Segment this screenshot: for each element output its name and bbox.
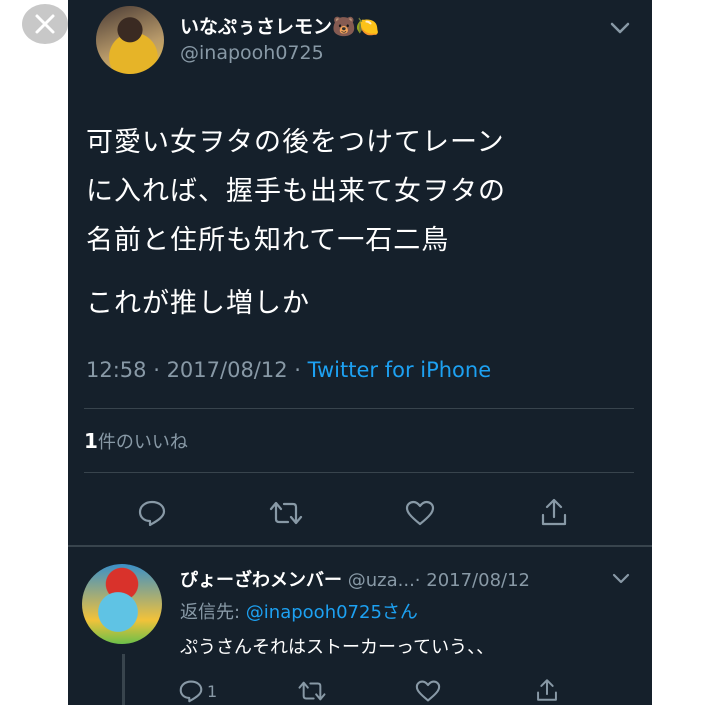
author-name[interactable]: いなぷぅさレモン🐻🍋 [180,12,379,39]
meta-separator: · [146,358,167,382]
tweet-text: 可愛い女ヲタの後をつけてレーン に入れば、握手も出来て女ヲタの 名前と住所も知れ… [86,118,626,328]
reply-menu-button[interactable] [611,570,631,589]
reply-icon [138,500,166,527]
heart-icon [415,680,441,702]
tweet-time: 12:58 [86,358,147,382]
chevron-down-icon [612,573,630,584]
reply-to-mention[interactable]: @inapooh0725さん [246,602,418,623]
reply-author-handle[interactable]: @uza... [348,570,415,591]
likes-label: 件のいいね [97,432,188,453]
tweet-text-line: に入れば、握手も出来て女ヲタの [86,176,506,207]
author-avatar[interactable] [96,6,164,74]
tweet-menu-button[interactable] [609,20,631,39]
likes-count: 1 [84,429,98,453]
heart-icon [405,500,435,526]
chevron-down-icon [610,22,630,34]
close-button[interactable] [22,4,68,44]
share-icon [537,679,557,701]
tweet-text-line: 可愛い女ヲタの後をつけてレーン [86,127,505,158]
reply-to-label: 返信先: [180,602,246,623]
divider [84,472,634,473]
author-handle[interactable]: @inapooh0725 [180,42,324,64]
reply-author-avatar[interactable] [82,564,162,644]
reply-share-button[interactable] [532,676,562,704]
tweet-meta: 12:58 · 2017/08/12 · Twitter for iPhone [86,358,491,382]
retweet-icon [269,501,303,525]
divider [84,408,634,409]
meta-separator: · [414,570,427,591]
reply-reply-button[interactable]: 1 [178,678,217,704]
reply-actions: 1 [68,676,652,705]
tweet-text-line: これが推し増しか [86,288,310,319]
close-icon [35,14,55,34]
tweet-detail-screen: いなぷぅさレモン🐻🍋 @inapooh0725 可愛い女ヲタの後をつけてレーン … [68,0,652,705]
tweet-text-line: 名前と住所も知れて一石二鳥 [86,225,450,256]
share-icon [541,498,567,526]
retweet-icon [298,681,326,701]
likes-summary[interactable]: 1件のいいね [84,428,188,454]
reply-author-name[interactable]: ぴょーざわメンバー [180,570,342,591]
reply-date: 2017/08/12 [426,570,530,591]
reply-like-button[interactable] [413,678,443,704]
tweet-date: 2017/08/12 [166,358,288,382]
share-button[interactable] [536,495,572,529]
reply-icon [179,680,203,703]
reply-header: ぴょーざわメンバー @uza...· 2017/08/12 [180,566,530,592]
retweet-button[interactable] [267,497,305,529]
reply-count: 1 [207,681,218,701]
meta-separator: · [287,358,308,382]
reply-button[interactable] [134,497,170,529]
reply-to-line: 返信先: @inapooh0725さん [180,598,418,624]
like-button[interactable] [402,497,438,529]
section-divider [68,545,652,547]
tweet-actions [68,493,652,533]
tweet-source-link[interactable]: Twitter for iPhone [308,358,492,382]
reply-text: ぷうさんそれはストーカーっていう、、 [180,637,495,658]
reply-retweet-button[interactable] [295,678,329,704]
